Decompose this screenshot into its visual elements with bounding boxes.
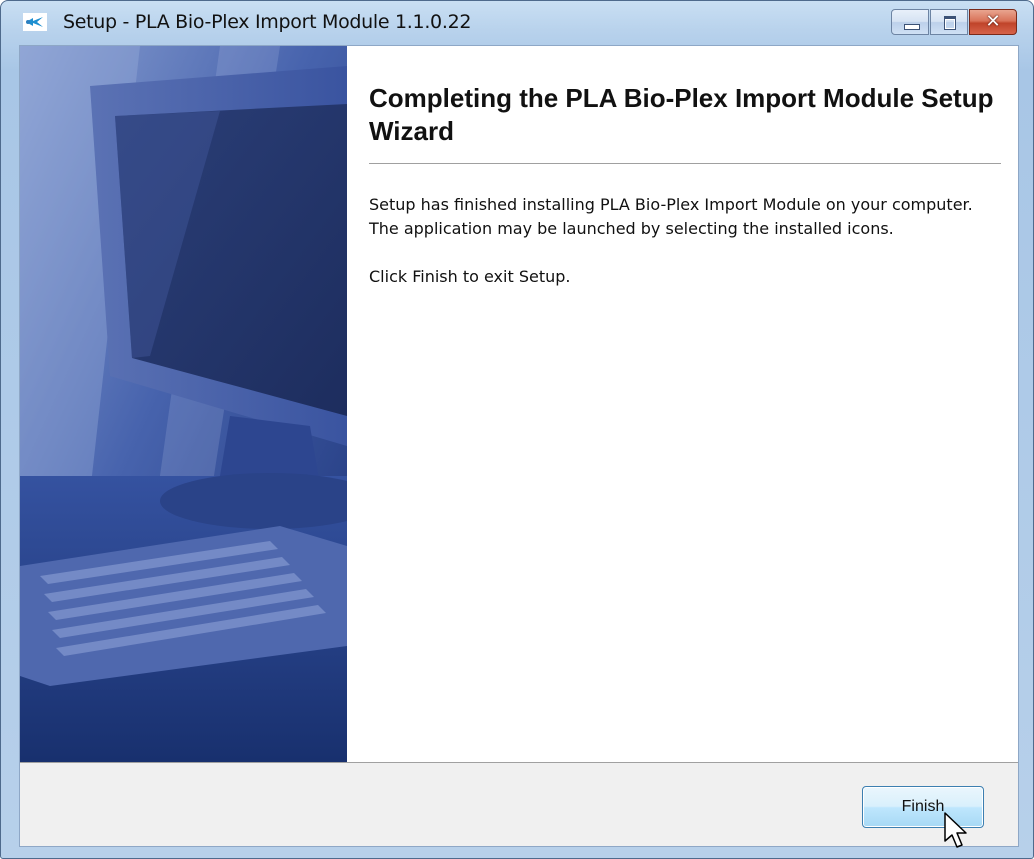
title-bar[interactable]: Setup - PLA Bio-Plex Import Module 1.1.0… bbox=[1, 1, 1033, 45]
window-title: Setup - PLA Bio-Plex Import Module 1.1.0… bbox=[63, 11, 472, 33]
minimize-button[interactable] bbox=[891, 9, 929, 35]
setup-app-icon bbox=[23, 13, 47, 31]
wizard-client-area: Completing the PLA Bio-Plex Import Modul… bbox=[19, 45, 1019, 847]
wizard-content: Completing the PLA Bio-Plex Import Modul… bbox=[347, 46, 1018, 762]
close-icon: ✕ bbox=[985, 11, 1001, 32]
exit-instruction: Click Finish to exit Setup. bbox=[369, 267, 571, 286]
finish-button[interactable]: Finish bbox=[862, 786, 984, 828]
wizard-footer: Finish bbox=[20, 762, 1018, 846]
computer-illustration-icon bbox=[20, 46, 347, 762]
completion-message: Setup has finished installing PLA Bio-Pl… bbox=[369, 195, 973, 238]
wizard-side-image bbox=[20, 46, 347, 762]
heading-divider bbox=[369, 163, 1001, 164]
page-title: Completing the PLA Bio-Plex Import Modul… bbox=[369, 83, 994, 146]
maximize-button[interactable] bbox=[930, 9, 968, 35]
wizard-body: Setup has finished installing PLA Bio-Pl… bbox=[369, 193, 999, 313]
close-button[interactable]: ✕ bbox=[969, 9, 1017, 35]
caption-buttons: ✕ bbox=[890, 9, 1017, 37]
setup-window: Setup - PLA Bio-Plex Import Module 1.1.0… bbox=[0, 0, 1034, 859]
